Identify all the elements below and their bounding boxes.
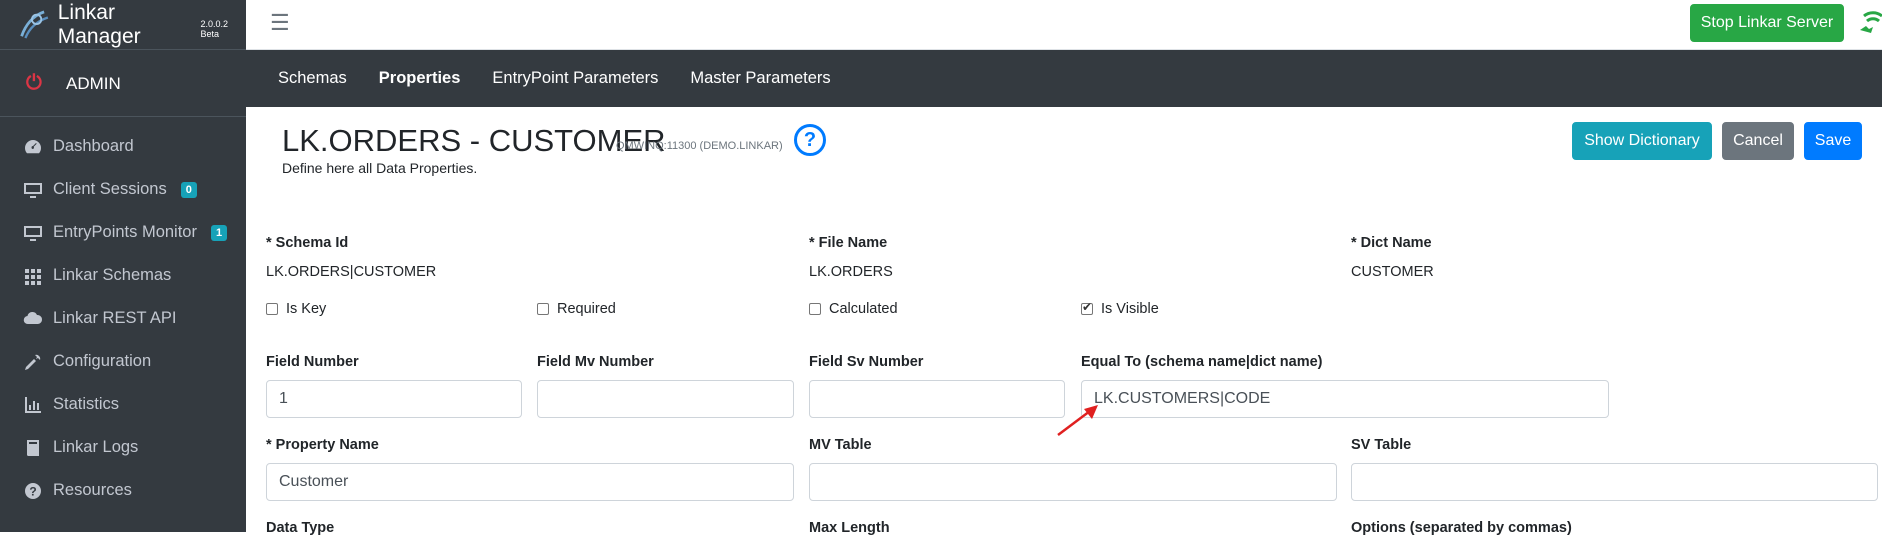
linkar-logo-icon — [20, 10, 49, 39]
schema-id-label: * Schema Id — [266, 235, 349, 251]
monitor-icon — [22, 223, 44, 243]
field-sv-number-input[interactable] — [809, 380, 1065, 418]
sidebar-item-label: EntryPoints Monitor — [53, 223, 197, 241]
sidebar-item-dashboard[interactable]: Dashboard — [0, 125, 246, 168]
sidebar-item-label: Linkar Logs — [53, 438, 139, 456]
sidebar-item-resources[interactable]: ? Resources — [0, 469, 246, 512]
cancel-button[interactable]: Cancel — [1722, 122, 1794, 160]
show-dictionary-button[interactable]: Show Dictionary — [1572, 122, 1712, 160]
schema-id-value: LK.ORDERS|CUSTOMER — [266, 264, 437, 280]
main-content: LK.ORDERS - CUSTOMER QMWINQ:11300 (DEMO.… — [246, 107, 1882, 536]
annotation-arrow-icon — [1057, 405, 1098, 436]
property-name-input[interactable] — [266, 463, 794, 501]
sidebar: Linkar Manager 2.0.0.2 Beta ⏻ ADMIN Dash… — [0, 0, 246, 532]
user-panel[interactable]: ⏻ ADMIN — [0, 51, 246, 117]
help-icon[interactable]: ? — [794, 124, 826, 156]
app-name: Linkar Manager — [57, 0, 141, 48]
connection-status-icon[interactable] — [1858, 8, 1882, 36]
save-button[interactable]: Save — [1804, 122, 1862, 160]
required-checkbox[interactable]: Required — [537, 301, 616, 317]
sidebar-item-label: Resources — [53, 481, 132, 499]
max-length-label: Max Length — [809, 520, 890, 536]
menu-toggle-icon[interactable]: ☰ — [270, 10, 290, 36]
field-number-label: Field Number — [266, 354, 359, 370]
tab-entrypoint-parameters[interactable]: EntryPoint Parameters — [492, 69, 658, 88]
calculated-checkbox[interactable]: Calculated — [809, 301, 898, 317]
equal-to-label: Equal To (schema name|dict name) — [1081, 354, 1323, 370]
options-label: Options (separated by commas) — [1351, 520, 1572, 536]
page-subtitle: QMWINQ:11300 (DEMO.LINKAR) — [616, 140, 783, 152]
sidebar-item-label: Linkar REST API — [53, 309, 177, 327]
sidebar-item-label: Statistics — [53, 395, 120, 413]
field-mv-number-input[interactable] — [537, 380, 794, 418]
dashboard-icon — [22, 137, 44, 157]
sidebar-item-entrypoints-monitor[interactable]: EntryPoints Monitor 1 — [0, 211, 246, 254]
tab-schemas[interactable]: Schemas — [278, 69, 347, 88]
sidebar-item-statistics[interactable]: Statistics — [0, 383, 246, 426]
is-visible-checkbox[interactable]: Is Visible — [1081, 300, 1159, 317]
checkbox-label: Is Key — [286, 301, 327, 317]
book-icon — [22, 438, 44, 458]
checkbox-label: Is Visible — [1101, 301, 1159, 317]
question-icon: ? — [22, 481, 44, 501]
data-type-label: Data Type — [266, 520, 335, 536]
file-name-value: LK.ORDERS — [809, 264, 893, 280]
mv-table-input[interactable] — [809, 463, 1337, 501]
grid-icon — [22, 266, 44, 286]
sv-table-input[interactable] — [1351, 463, 1878, 501]
checkbox-box[interactable] — [266, 303, 278, 315]
field-sv-number-label: Field Sv Number — [809, 354, 924, 370]
svg-text:?: ? — [29, 484, 36, 498]
tab-master-parameters[interactable]: Master Parameters — [690, 69, 830, 88]
cloud-icon — [22, 309, 44, 329]
entrypoints-count-badge: 1 — [210, 224, 228, 241]
page-description: Define here all Data Properties. — [282, 160, 478, 176]
sidebar-item-label: Dashboard — [53, 137, 134, 155]
field-mv-number-label: Field Mv Number — [537, 354, 654, 370]
checkbox-label: Required — [557, 301, 616, 317]
top-bar: ☰ Stop Linkar Server — [246, 0, 1882, 50]
sv-table-label: SV Table — [1351, 437, 1412, 453]
page-title: LK.ORDERS - CUSTOMER — [282, 123, 666, 158]
sessions-count-badge: 0 — [180, 181, 197, 198]
tools-icon — [22, 352, 44, 372]
mv-table-label: MV Table — [809, 437, 872, 453]
checkbox-box[interactable] — [1081, 300, 1093, 315]
checkbox-box[interactable] — [809, 303, 821, 315]
chart-icon — [22, 395, 44, 415]
user-name: ADMIN — [66, 73, 121, 93]
power-icon: ⏻ — [26, 72, 42, 94]
sub-navigation: Schemas Properties EntryPoint Parameters… — [246, 50, 1882, 107]
sidebar-nav: Dashboard Client Sessions 0 EntryPoints … — [0, 125, 246, 512]
sidebar-item-label: Client Sessions — [53, 180, 167, 198]
field-number-input[interactable] — [266, 380, 522, 418]
sidebar-item-linkar-schemas[interactable]: Linkar Schemas — [0, 254, 246, 297]
equal-to-input[interactable] — [1081, 380, 1609, 418]
sidebar-item-configuration[interactable]: Configuration — [0, 340, 246, 383]
brand[interactable]: Linkar Manager 2.0.0.2 Beta — [0, 0, 246, 50]
file-name-label: * File Name — [809, 235, 888, 251]
checkbox-box[interactable] — [537, 303, 549, 315]
stop-server-button[interactable]: Stop Linkar Server — [1690, 4, 1844, 42]
dict-name-value: CUSTOMER — [1351, 264, 1434, 280]
is-key-checkbox[interactable]: Is Key — [266, 301, 326, 317]
app-version: 2.0.0.2 Beta — [200, 18, 229, 39]
sidebar-item-label: Linkar Schemas — [53, 266, 172, 284]
sidebar-item-label: Configuration — [53, 352, 152, 370]
tab-properties[interactable]: Properties — [379, 69, 461, 88]
monitor-icon — [22, 180, 44, 200]
sidebar-item-rest-api[interactable]: Linkar REST API — [0, 297, 246, 340]
dict-name-label: * Dict Name — [1351, 235, 1432, 251]
sidebar-item-linkar-logs[interactable]: Linkar Logs — [0, 426, 246, 469]
checkbox-label: Calculated — [829, 301, 898, 317]
sidebar-item-client-sessions[interactable]: Client Sessions 0 — [0, 168, 246, 211]
property-name-label: * Property Name — [266, 437, 379, 453]
